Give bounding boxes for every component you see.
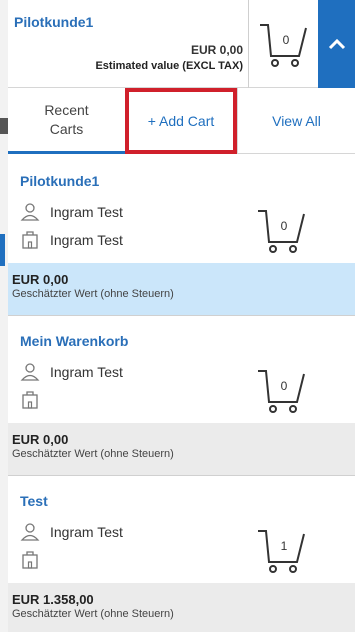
cart-item[interactable]: Test Ingram Test 1 EUR 1.358,00 Geschätz <box>8 476 355 632</box>
cart-name: Pilotkunde1 <box>20 173 100 189</box>
user-icon <box>20 363 40 381</box>
tab-recent-label-line2: Carts <box>49 120 84 137</box>
background-blue-marker <box>0 234 5 266</box>
cart-owner-row: Ingram Test <box>20 202 123 222</box>
cart-estimated-label: Geschätzter Wert (ohne Steuern) <box>12 448 174 460</box>
cart-owner-row: Ingram Test <box>20 522 123 542</box>
cart-name: Test <box>20 493 48 509</box>
cart-org-row: Ingram Test <box>20 230 123 250</box>
estimated-value-label: Estimated value (EXCL TAX) <box>95 60 243 72</box>
tab-recent-carts[interactable]: Recent Carts <box>8 88 125 154</box>
cart-summary-header[interactable]: Pilotkunde1 EUR 0,00 Estimated value (EX… <box>8 0 355 88</box>
cart-list: Pilotkunde1 Ingram Test Ingram Test 0 EU… <box>8 156 355 632</box>
collapse-toggle-button[interactable] <box>318 0 355 88</box>
chevron-up-icon <box>328 38 345 50</box>
cart-icon[interactable]: 0 <box>256 16 312 72</box>
cart-org: Ingram Test <box>50 232 123 248</box>
add-cart-button[interactable]: + Add Cart <box>125 88 237 154</box>
cart-icon: 0 <box>258 370 305 413</box>
current-cart-name: Pilotkunde1 <box>14 14 94 30</box>
building-icon <box>22 551 38 569</box>
cart-item[interactable]: Mein Warenkorb Ingram Test 0 EUR 0,00 Ge <box>8 316 355 476</box>
add-cart-label: + Add Cart <box>147 113 215 129</box>
building-icon <box>22 391 38 409</box>
cart-item-count: 0 <box>281 379 288 393</box>
cart-amount: EUR 1.358,00 <box>12 592 94 607</box>
cart-item-count: 0 <box>281 219 288 233</box>
cart-item[interactable]: Pilotkunde1 Ingram Test Ingram Test 0 EU… <box>8 156 355 316</box>
cart-amount: EUR 0,00 <box>12 432 69 447</box>
cart-value-footer: EUR 0,00 Geschätzter Wert (ohne Steuern) <box>8 263 355 315</box>
cart-estimated-label: Geschätzter Wert (ohne Steuern) <box>12 608 174 620</box>
header-cart-count: 0 <box>283 33 290 47</box>
cart-value-footer: EUR 1.358,00 Geschätzter Wert (ohne Steu… <box>8 583 355 632</box>
cart-icon: 0 <box>258 210 305 253</box>
user-icon <box>20 523 40 541</box>
cart-owner: Ingram Test <box>50 204 123 220</box>
background-page-edge <box>0 0 8 632</box>
current-cart-amount: EUR 0,00 <box>190 43 243 57</box>
tab-recent-label-line1: Recent <box>44 101 89 118</box>
cart-tabs: Recent Carts + Add Cart View All <box>8 88 355 154</box>
cart-amount: EUR 0,00 <box>12 272 69 287</box>
cart-owner-row: Ingram Test <box>20 362 123 382</box>
view-all-link[interactable]: View All <box>237 88 355 154</box>
cart-item-count: 1 <box>281 539 288 553</box>
background-dark-marker <box>0 118 8 134</box>
cart-owner: Ingram Test <box>50 364 123 380</box>
header-divider <box>248 0 249 88</box>
cart-name: Mein Warenkorb <box>20 333 129 349</box>
cart-value-footer: EUR 0,00 Geschätzter Wert (ohne Steuern) <box>8 423 355 475</box>
cart-owner: Ingram Test <box>50 524 123 540</box>
cart-org-row <box>20 550 50 570</box>
user-icon <box>20 203 40 221</box>
cart-estimated-label: Geschätzter Wert (ohne Steuern) <box>12 288 174 300</box>
building-icon <box>22 231 38 249</box>
view-all-label: View All <box>272 113 321 129</box>
cart-icon: 1 <box>258 530 305 573</box>
cart-org-row <box>20 390 50 410</box>
